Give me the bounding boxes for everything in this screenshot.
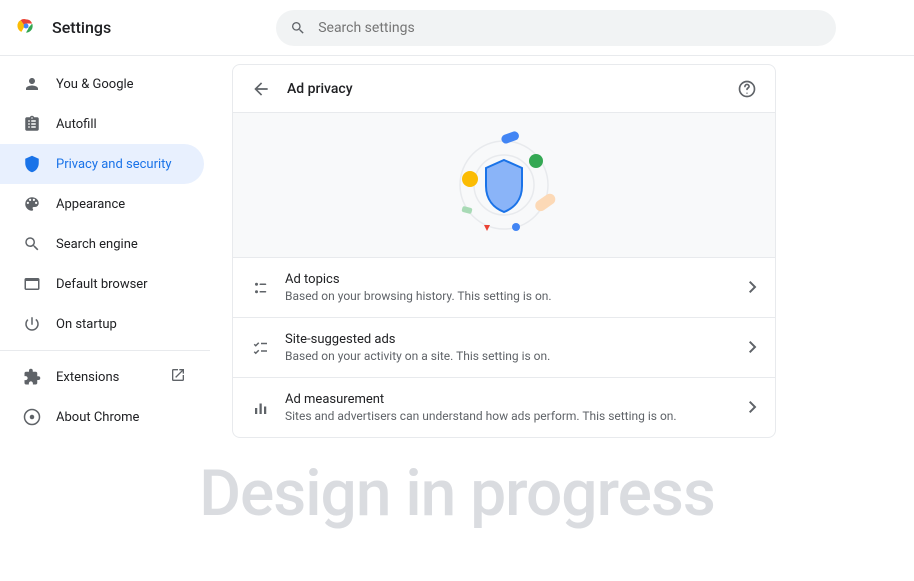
sidebar-item-appearance[interactable]: Appearance: [0, 184, 204, 224]
row-subtitle: Based on your activity on a site. This s…: [285, 349, 749, 363]
sidebar-item-label: Autofill: [56, 117, 97, 132]
open-external-icon: [170, 367, 186, 387]
chrome-icon: [22, 408, 42, 426]
search-icon: [290, 20, 306, 36]
back-button[interactable]: [245, 73, 277, 105]
top-bar: Settings: [0, 0, 914, 56]
page-title: Ad privacy: [287, 81, 353, 97]
sidebar-divider: [0, 350, 210, 351]
chevron-right-icon: [749, 338, 757, 357]
sidebar: You & Google Autofill Privacy and securi…: [0, 56, 210, 581]
row-subtitle: Sites and advertisers can understand how…: [285, 409, 749, 423]
shield-icon: [22, 155, 42, 173]
person-icon: [22, 75, 42, 93]
chevron-right-icon: [749, 278, 757, 297]
chrome-logo-icon: [16, 16, 36, 40]
search-icon: [22, 235, 42, 253]
checklist-icon: [251, 339, 271, 357]
row-title: Site-suggested ads: [285, 332, 749, 347]
clipboard-icon: [22, 115, 42, 133]
sidebar-item-default-browser[interactable]: Default browser: [0, 264, 204, 304]
sidebar-item-label: Privacy and security: [56, 157, 172, 172]
sidebar-item-label: Extensions: [56, 370, 119, 385]
bar-chart-icon: [251, 399, 271, 417]
card-header: Ad privacy: [233, 65, 775, 113]
row-ad-measurement[interactable]: Ad measurement Sites and advertisers can…: [233, 377, 775, 437]
sidebar-item-label: Appearance: [56, 197, 125, 212]
hero-illustration: [233, 113, 775, 257]
chevron-right-icon: [749, 398, 757, 417]
palette-icon: [22, 195, 42, 213]
sidebar-item-about-chrome[interactable]: About Chrome: [0, 397, 204, 437]
row-title: Ad measurement: [285, 392, 749, 407]
row-ad-topics[interactable]: Ad topics Based on your browsing history…: [233, 257, 775, 317]
extension-icon: [22, 368, 42, 386]
sidebar-item-autofill[interactable]: Autofill: [0, 104, 204, 144]
search-field[interactable]: [276, 10, 836, 46]
row-subtitle: Based on your browsing history. This set…: [285, 289, 749, 303]
sidebar-item-label: About Chrome: [56, 410, 139, 425]
sidebar-item-label: Default browser: [56, 277, 148, 292]
sidebar-item-label: Search engine: [56, 237, 138, 252]
search-input[interactable]: [318, 20, 822, 36]
browser-icon: [22, 275, 42, 293]
sidebar-item-on-startup[interactable]: On startup: [0, 304, 204, 344]
app-title: Settings: [52, 18, 111, 37]
power-icon: [22, 315, 42, 333]
row-title: Ad topics: [285, 272, 749, 287]
sidebar-item-you-and-google[interactable]: You & Google: [0, 64, 204, 104]
help-button[interactable]: [731, 73, 763, 105]
sidebar-item-search-engine[interactable]: Search engine: [0, 224, 204, 264]
topics-icon: [251, 279, 271, 297]
sidebar-item-label: On startup: [56, 317, 117, 332]
sidebar-item-label: You & Google: [56, 77, 134, 92]
sidebar-item-privacy-security[interactable]: Privacy and security: [0, 144, 204, 184]
content-area: Ad privacy: [210, 56, 914, 581]
settings-card: Ad privacy: [232, 64, 776, 438]
row-site-suggested-ads[interactable]: Site-suggested ads Based on your activit…: [233, 317, 775, 377]
sidebar-item-extensions[interactable]: Extensions: [0, 357, 204, 397]
